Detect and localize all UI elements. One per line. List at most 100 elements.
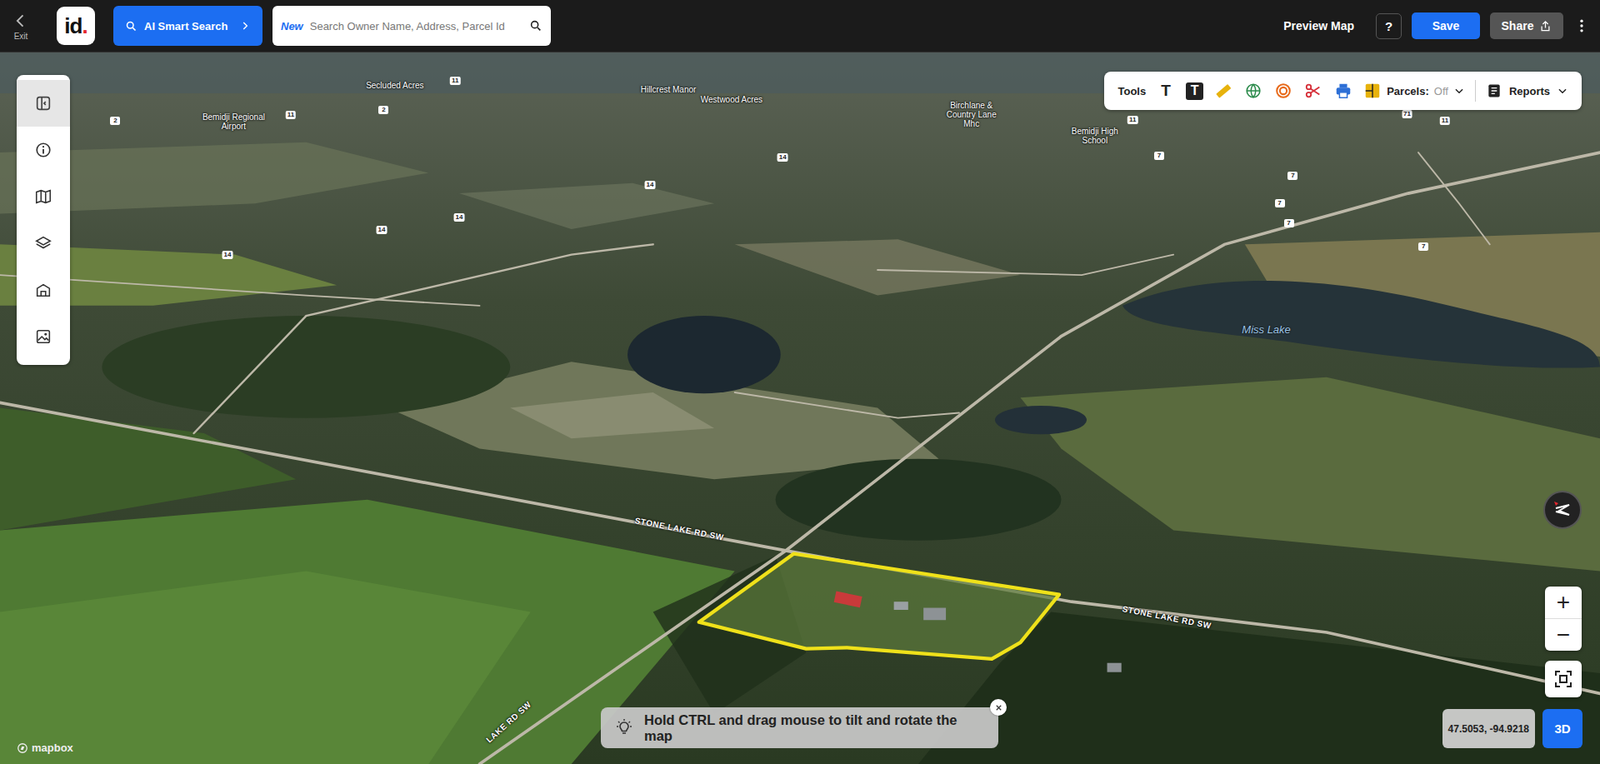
search-box[interactable]: New [272, 5, 551, 46]
share-button[interactable]: Share [1490, 12, 1564, 40]
place-label: Westwood Acres [700, 95, 763, 105]
zoom-in-button[interactable]: + [1545, 586, 1582, 620]
buildings-icon [34, 280, 53, 300]
kebab-icon [1573, 16, 1590, 35]
side-panel-item[interactable] [16, 313, 70, 360]
attribution-text: mapbox [31, 741, 74, 755]
logo-text: id [64, 13, 82, 40]
chevron-down-icon [1556, 85, 1569, 97]
side-panel-item[interactable] [16, 80, 70, 127]
side-panel-item[interactable] [16, 173, 70, 220]
search-input[interactable] [308, 19, 525, 34]
print-tool[interactable] [1333, 80, 1354, 101]
zoom-out-button[interactable]: − [1545, 619, 1582, 651]
share-icon [1539, 20, 1552, 33]
text-tool[interactable]: T [1155, 80, 1176, 101]
satellite-map[interactable] [0, 52, 1600, 764]
new-badge: New [280, 20, 304, 33]
ai-search-button[interactable]: AI Smart Search [113, 5, 263, 46]
place-label: Bemidji High School [1061, 126, 1129, 145]
side-panel-item[interactable] [16, 266, 70, 314]
reports-menu[interactable]: Reports [1485, 82, 1569, 100]
tools-bar: Tools TT Parcels: Off Reports [1104, 71, 1582, 110]
parcels-toggle[interactable]: Parcels: Off [1363, 81, 1465, 100]
route-shield: 7 [1154, 151, 1165, 160]
parcels-icon [1363, 81, 1382, 100]
place-label: Birchlane & Country Lane Mhc [938, 100, 1005, 128]
route-shield: 71 [1401, 110, 1413, 119]
exit-label: Exit [14, 31, 29, 41]
route-shield: 11 [450, 76, 460, 85]
ruler-tool[interactable] [1213, 80, 1234, 101]
globe-icon [1244, 81, 1263, 100]
compass-icon [1552, 500, 1573, 520]
mapbox-attribution[interactable]: mapbox [16, 741, 74, 755]
logo-dot: . [81, 13, 87, 40]
place-label: Secluded Acres [365, 80, 425, 90]
side-panel-item[interactable] [16, 126, 70, 174]
exit-button[interactable]: Exit [8, 11, 34, 41]
radius-tool[interactable] [1273, 80, 1294, 101]
route-shield: 11 [1440, 116, 1450, 125]
place-label: Hillcrest Manor [640, 85, 697, 95]
save-button[interactable]: Save [1411, 12, 1480, 40]
imagery-icon [34, 327, 53, 346]
info-icon [34, 140, 53, 160]
water-label: Miss Lake [1241, 323, 1291, 336]
parcels-label: Parcels: [1386, 85, 1430, 98]
zoom-control: +− [1545, 586, 1582, 651]
side-panel [16, 75, 70, 365]
panel-toggle-icon [34, 94, 53, 113]
chevron-left-icon [12, 11, 30, 30]
lightbulb-icon [614, 718, 635, 739]
chevron-down-icon [1453, 85, 1465, 97]
route-shield: 14 [777, 153, 789, 162]
route-shield: 11 [285, 110, 296, 120]
logo[interactable]: id. [56, 6, 95, 45]
route-shield: 7 [1418, 242, 1429, 251]
fit-bounds-button[interactable] [1545, 660, 1582, 698]
text-box-tool[interactable]: T [1185, 82, 1204, 100]
route-shield: 14 [454, 213, 465, 222]
scissors-icon [1304, 81, 1323, 100]
globe-tool[interactable] [1243, 80, 1264, 101]
compass[interactable] [1543, 490, 1582, 530]
report-icon [1485, 82, 1503, 100]
side-panel-item[interactable] [16, 220, 70, 267]
print-icon [1334, 81, 1353, 100]
search-icon [529, 19, 543, 33]
route-shield: 14 [645, 180, 656, 190]
route-shield: 2 [110, 116, 120, 125]
tools-label: Tools [1117, 85, 1146, 98]
scissors-tool[interactable] [1303, 80, 1324, 101]
route-shield: 14 [376, 225, 388, 235]
3d-toggle[interactable]: 3D [1542, 709, 1583, 749]
ruler-icon [1214, 81, 1233, 100]
route-shield: 7 [1275, 199, 1285, 208]
fit-icon [1553, 669, 1574, 690]
chevron-right-icon [239, 20, 251, 32]
preview-map-button[interactable]: Preview Map [1283, 19, 1355, 33]
tip-text: Hold CTRL and drag mouse to tilt and rot… [644, 712, 985, 745]
route-shield: 11 [1127, 115, 1138, 125]
layers-icon [34, 234, 53, 253]
mapbox-icon [16, 742, 29, 755]
more-menu[interactable] [1573, 16, 1590, 35]
ai-search-label: AI Smart Search [144, 20, 233, 33]
search-icon [125, 20, 138, 33]
route-shield: 14 [222, 250, 234, 260]
reports-label: Reports [1509, 85, 1550, 98]
tip-close-button[interactable] [990, 699, 1007, 716]
radius-icon [1274, 81, 1293, 100]
route-shield: 7 [1284, 219, 1295, 228]
route-shield: 7 [1287, 171, 1298, 180]
route-shield: 2 [378, 105, 389, 115]
divider [1475, 80, 1476, 102]
tip-banner: Hold CTRL and drag mouse to tilt and rot… [600, 707, 999, 749]
share-label: Share [1501, 19, 1535, 33]
place-label: Bemidji Regional Airport [200, 112, 267, 131]
help-button[interactable]: ? [1375, 13, 1402, 40]
map-icon [34, 187, 53, 206]
coordinates: 47.5053, -94.9218 [1442, 709, 1535, 749]
parcels-state: Off [1434, 85, 1449, 98]
